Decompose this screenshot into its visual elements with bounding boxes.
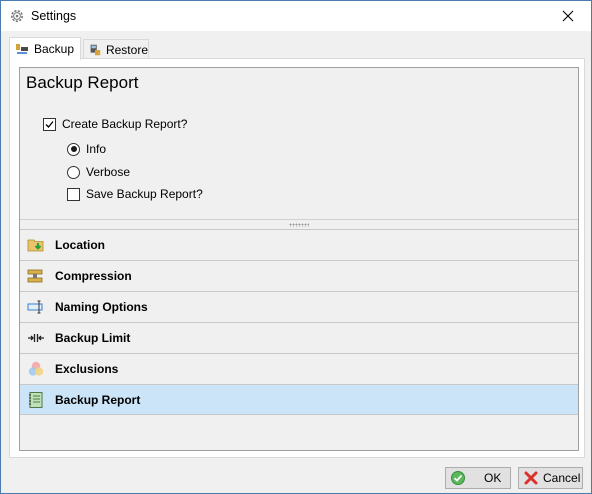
- window-title: Settings: [31, 9, 77, 23]
- nav-item-label: Backup Report: [55, 392, 141, 407]
- nav-item-naming-options[interactable]: Naming Options: [20, 291, 578, 322]
- gear-icon: [11, 10, 23, 22]
- ok-button[interactable]: OK: [445, 467, 511, 489]
- nav-item-backup-report[interactable]: Backup Report: [20, 384, 578, 415]
- nav-item-backup-limit[interactable]: Backup Limit: [20, 322, 578, 353]
- backup-icon: [16, 44, 28, 54]
- create-report-checkbox[interactable]: [43, 117, 56, 131]
- save-report-label: Save Backup Report?: [86, 187, 203, 201]
- folder-download-icon: [27, 239, 44, 252]
- section-nav-list: Location Compression Naming Options Back…: [20, 229, 578, 415]
- section-title: Backup Report: [26, 73, 139, 92]
- checkmark-icon: [45, 120, 54, 128]
- nav-item-location[interactable]: Location: [20, 229, 578, 260]
- report-notebook-icon: [29, 391, 43, 408]
- nav-item-exclusions[interactable]: Exclusions: [20, 353, 578, 384]
- nav-item-compression[interactable]: Compression: [20, 260, 578, 291]
- save-report-option[interactable]: Save Backup Report?: [67, 187, 203, 201]
- tab-restore-label: Restore: [105, 42, 148, 57]
- restore-icon: [90, 44, 101, 55]
- exclusions-circles-icon: [28, 361, 44, 376]
- verbose-option[interactable]: Verbose: [67, 165, 130, 179]
- backup-tab-panel: Backup Report Create Backup Report? Info…: [9, 58, 585, 458]
- tab-strip: Backup Restore: [9, 37, 585, 60]
- close-icon: [562, 10, 574, 22]
- info-option[interactable]: Info: [67, 142, 106, 156]
- verbose-label: Verbose: [86, 165, 131, 179]
- nav-item-label: Backup Limit: [55, 331, 131, 345]
- tab-backup-label: Backup: [34, 42, 75, 56]
- cancel-label: Cancel: [543, 471, 581, 485]
- limit-arrows-icon: [28, 334, 44, 342]
- info-label: Info: [86, 142, 107, 156]
- tab-backup[interactable]: Backup: [9, 37, 81, 60]
- create-report-option[interactable]: Create Backup Report?: [43, 117, 187, 131]
- create-report-label: Create Backup Report?: [62, 117, 188, 131]
- red-x-icon: [524, 471, 538, 485]
- title-bar: Settings: [1, 1, 591, 31]
- settings-content: Backup Report Create Backup Report? Info…: [19, 67, 579, 451]
- cancel-button[interactable]: Cancel: [518, 467, 583, 489]
- settings-window: Settings Backup Restore Backup Report Cr…: [0, 0, 592, 494]
- tab-restore[interactable]: Restore: [83, 39, 149, 59]
- ok-label: OK: [484, 471, 502, 485]
- grip-dots: [289, 223, 309, 227]
- verbose-radio[interactable]: [67, 165, 80, 179]
- info-radio[interactable]: [67, 142, 80, 156]
- nav-item-label: Exclusions: [55, 362, 119, 376]
- close-button[interactable]: [545, 1, 591, 31]
- save-report-checkbox[interactable]: [67, 187, 80, 201]
- rename-icon: [27, 300, 43, 314]
- nav-item-label: Location: [55, 238, 105, 252]
- compression-icon: [27, 269, 43, 283]
- nav-item-label: Compression: [55, 269, 132, 283]
- check-circle-icon: [451, 471, 465, 485]
- nav-item-label: Naming Options: [55, 300, 148, 314]
